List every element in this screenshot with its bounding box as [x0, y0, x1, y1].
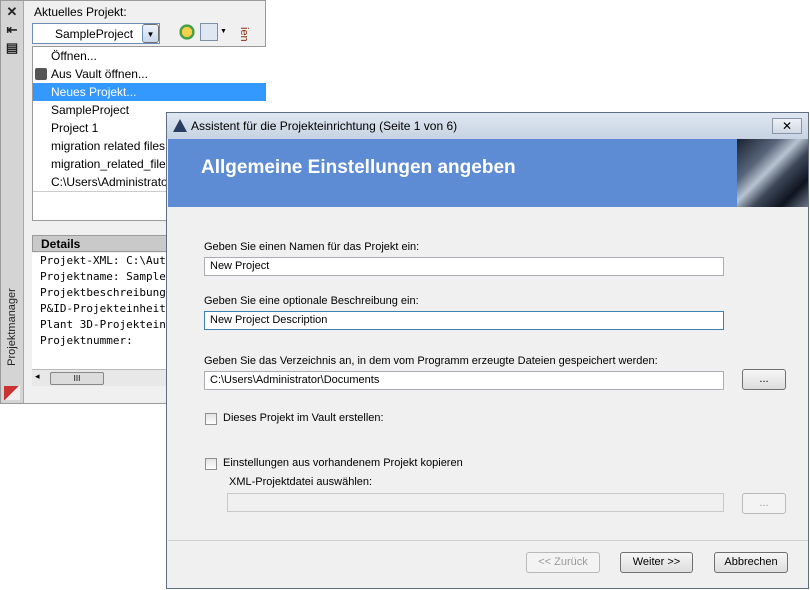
menu-item-label: SampleProject [51, 103, 130, 117]
cancel-button[interactable]: Abbrechen [714, 552, 788, 573]
menu-item-label: Öffnen... [51, 49, 97, 63]
chevron-down-icon[interactable]: ▼ [142, 24, 159, 43]
scrollbar-thumb[interactable]: III [50, 372, 104, 385]
page-heading: Allgemeine Einstellungen angeben [201, 157, 516, 178]
autocad-app-icon [173, 119, 187, 132]
plant-logo-icon [4, 386, 20, 400]
menu-item-new-project[interactable]: Neues Projekt... [33, 83, 266, 101]
back-button[interactable]: << Zurück [526, 552, 600, 573]
menu-item-label: migration_related_files [51, 157, 172, 171]
project-description-label: Geben Sie eine optionale Beschreibung ei… [204, 295, 419, 307]
publish-dropdown-icon[interactable]: ▼ [220, 28, 227, 35]
project-directory-label: Geben Sie das Verzeichnis an, in dem vom… [204, 355, 658, 367]
xml-file-label: XML-Projektdatei auswählen: [229, 476, 373, 488]
autohide-icon[interactable]: ⇤ [5, 23, 19, 37]
plant-pipes-image [737, 139, 808, 207]
project-description-input[interactable]: New Project Description [204, 311, 724, 330]
copy-settings-checkbox[interactable] [205, 458, 217, 470]
create-in-vault-label[interactable]: Dieses Projekt im Vault erstellen: [223, 412, 384, 424]
copy-settings-label[interactable]: Einstellungen aus vorhandenem Projekt ko… [223, 457, 463, 469]
create-in-vault-checkbox[interactable] [205, 413, 217, 425]
project-dropdown[interactable]: SampleProject ▼ [32, 23, 160, 44]
scroll-left-icon[interactable]: ◂ [35, 371, 40, 382]
dialog-titlebar[interactable]: Assistent für die Projekteinrichtung (Se… [167, 113, 808, 139]
dialog-title: Assistent für die Projekteinrichtung (Se… [191, 119, 458, 133]
wizard-banner: Allgemeine Einstellungen angeben [168, 139, 808, 207]
close-button[interactable]: ✕ [772, 118, 802, 134]
properties-icon[interactable]: ▤ [5, 41, 19, 55]
vault-icon [35, 68, 47, 80]
menu-item-label: Neues Projekt... [51, 85, 137, 99]
project-setup-icon[interactable] [178, 23, 196, 41]
project-dropdown-value: SampleProject [55, 27, 134, 41]
footer-divider [168, 540, 808, 541]
menu-item-label: migration related files [51, 139, 166, 153]
menu-item-label: Aus Vault öffnen... [51, 67, 148, 81]
palette-strip: ✕ ⇤ ▤ Projektmanager [1, 1, 24, 403]
project-setup-wizard: Assistent für die Projekteinrichtung (Se… [166, 112, 809, 589]
browse-directory-button[interactable]: ... [742, 369, 786, 390]
menu-item-label: C:\Users\Administrato [51, 175, 168, 189]
project-name-input[interactable]: New Project [204, 257, 724, 276]
close-icon[interactable]: ✕ [5, 5, 19, 19]
project-name-label: Geben Sie einen Namen für das Projekt ei… [204, 241, 420, 253]
palette-title: Projektmanager [6, 288, 18, 366]
side-tab-label[interactable]: ien [238, 27, 250, 42]
next-button[interactable]: Weiter >> [620, 552, 693, 573]
current-project-label: Aktuelles Projekt: [34, 5, 127, 19]
project-directory-input[interactable]: C:\Users\Administrator\Documents [204, 371, 724, 390]
xml-file-input[interactable] [227, 493, 724, 512]
menu-item-open[interactable]: Öffnen... [33, 47, 266, 65]
menu-item-open-from-vault[interactable]: Aus Vault öffnen... [33, 65, 266, 83]
publish-icon[interactable] [200, 23, 218, 41]
browse-xml-button[interactable]: ... [742, 493, 786, 514]
menu-item-label: Project 1 [51, 121, 99, 135]
